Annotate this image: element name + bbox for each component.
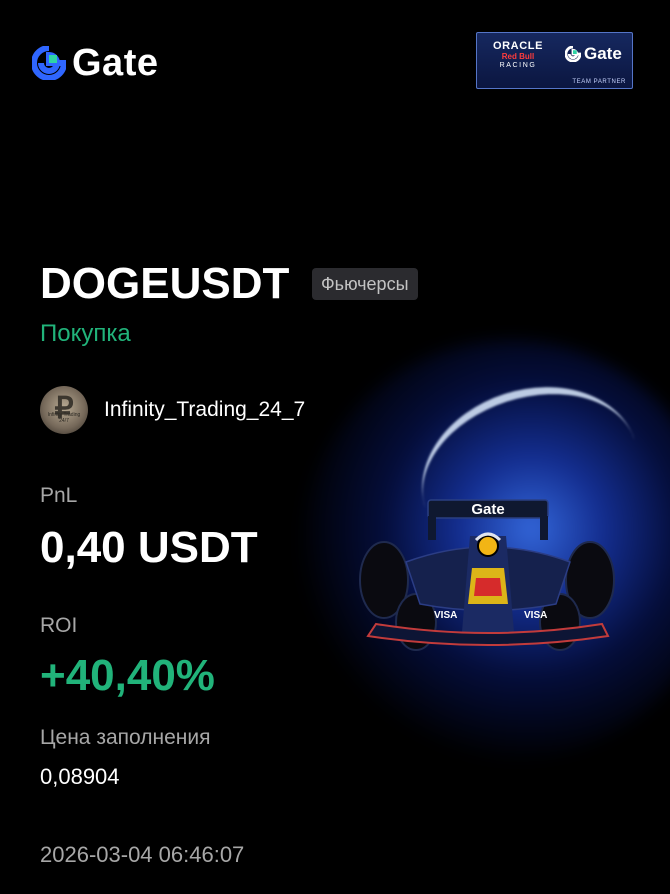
gate-logo-icon	[32, 46, 66, 80]
partner-line1: ORACLE	[492, 40, 544, 52]
sidepod-text-right: VISA	[524, 610, 547, 621]
car-livery-red	[474, 578, 502, 596]
pnl-label: PnL	[40, 484, 78, 507]
driver-helmet	[477, 535, 499, 557]
avatar: ₽ Infinity Trading 24/7	[40, 386, 88, 434]
pnl-value: 0,40 USDT	[40, 523, 258, 572]
team-partner-badge: ORACLE Red Bull RACING Gate TEAM PARTNER	[476, 32, 633, 89]
fill-price-label: Цена заполнения	[40, 726, 211, 749]
race-car-image: Gate VISA VISA	[359, 499, 615, 651]
brand-logo: Gate	[32, 44, 158, 82]
rear-wing-endplate-left	[428, 516, 436, 540]
trade-timestamp: 2026-03-04 06:46:07	[40, 842, 245, 867]
trading-pair: DOGEUSDT	[40, 259, 290, 308]
market-type-badge: Фьючерсы	[312, 268, 418, 300]
race-car-illustration: Gate VISA VISA	[346, 492, 636, 662]
brand-name: Gate	[72, 42, 159, 84]
racing-team-logo: ORACLE Red Bull RACING	[485, 40, 551, 70]
roi-label: ROI	[40, 614, 78, 637]
avatar-lettering: Infinity Trading 24/7	[47, 412, 81, 424]
roi-value: +40,40%	[40, 651, 215, 700]
gate-logo-icon	[565, 45, 581, 62]
partner-line3: RACING	[499, 61, 537, 69]
partner-brand: Gate	[584, 44, 622, 63]
trade-direction: Покупка	[40, 320, 131, 347]
partner-gate-logo: Gate	[565, 45, 622, 62]
trader-name: Infinity_Trading_24_7	[104, 398, 306, 421]
partner-line2: Red Bull	[501, 52, 535, 62]
pnl-share-card: Gate ORACLE Red Bull RACING Gate TEAM PA…	[0, 0, 670, 894]
sidepod-text-left: VISA	[434, 610, 457, 621]
fill-price-value: 0,08904	[40, 764, 120, 789]
partner-subtitle: TEAM PARTNER	[572, 79, 626, 85]
rear-wing-endplate-right	[540, 516, 548, 540]
rear-wing-text: Gate	[471, 501, 504, 518]
